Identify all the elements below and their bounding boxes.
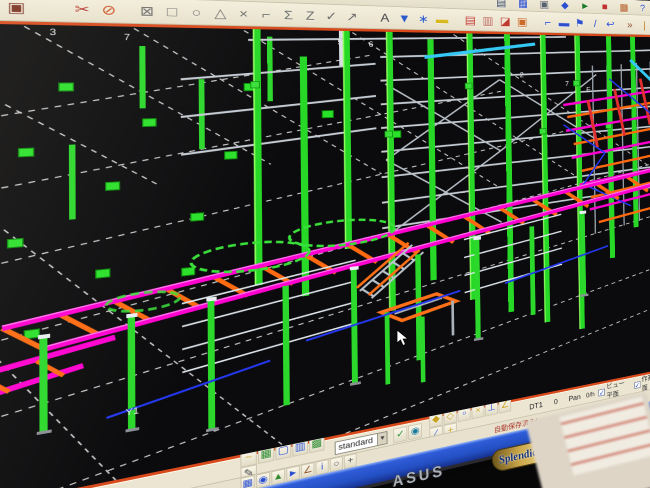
toolbar-spacer (31, 7, 69, 9)
blue-return-icon[interactable]: ↩ (603, 17, 618, 30)
triangle-tool-icon[interactable]: △ (208, 5, 232, 21)
apply-check-icon[interactable]: ✓ (393, 426, 407, 443)
bar-icon[interactable]: | (637, 19, 650, 32)
chevron-down-icon[interactable]: ▼ (377, 432, 387, 445)
select-object-icon[interactable]: ▣ (2, 0, 31, 16)
crossed-box-icon[interactable]: ⊠ (134, 2, 159, 19)
check-tool-icon[interactable]: ✓ (321, 8, 342, 23)
upper-right-frames (424, 42, 650, 239)
palette-icon[interactable]: ▩ (618, 0, 630, 13)
plane-prefix: 0/h (586, 390, 595, 399)
toolbar-spacer (122, 10, 134, 11)
status-field-dt1: DT1 (529, 401, 543, 412)
grid-label: 7 (124, 33, 130, 42)
toolbar-spacer (531, 21, 540, 22)
binoculars-icon[interactable]: A (375, 10, 395, 25)
toolbar-spacer (451, 19, 461, 20)
photo-stage: ▤▦▣◆►■▩? ▣✂⊘⊠□○△×⌐ΣZ✓↗A▼∗▬▤▥◪▣⌐▬⚑/↩»| (0, 0, 650, 488)
print-icon[interactable]: ▣ (538, 0, 551, 10)
footing-blocks (8, 80, 403, 341)
save-icon[interactable]: ▦ (516, 0, 530, 10)
grid-label: 6 (369, 41, 374, 49)
arrow-ne-icon[interactable]: ↗ (342, 9, 363, 24)
circle-tool-icon[interactable]: ○ (184, 4, 208, 20)
x-tool-icon[interactable]: × (232, 5, 255, 21)
blue-flag-icon[interactable]: ⚑ (572, 16, 588, 29)
blue-j-icon[interactable]: ⌐ (540, 15, 556, 28)
yellow-pad-icon[interactable]: ▬ (433, 12, 452, 26)
view-list-icon[interactable]: ▦ (240, 475, 254, 488)
main-columns (250, 29, 650, 384)
blue-dash-icon[interactable]: ▬ (556, 16, 572, 29)
clip-white-icon[interactable]: ▥ (479, 13, 497, 27)
checkbox-check-icon: ✓ (634, 381, 640, 389)
filter-funnel-icon[interactable]: ▼ (395, 11, 414, 26)
checkbox-check-icon: ✓ (598, 388, 605, 396)
corner-tool-icon[interactable]: ⌐ (255, 6, 278, 22)
weld-icon[interactable]: ⊘ (96, 1, 122, 18)
mouse-cursor (396, 329, 410, 347)
red-corner-icon[interactable]: ◪ (497, 14, 514, 28)
tools-icon[interactable]: ◆ (558, 0, 571, 11)
clip-red-icon[interactable]: ▤ (461, 13, 479, 27)
grid-label: 2 (520, 72, 524, 79)
distant-columns (72, 33, 271, 219)
orange-box-icon[interactable]: ▣ (514, 15, 531, 29)
doc-icon[interactable]: ▤ (494, 0, 508, 9)
help-icon[interactable]: ? (637, 1, 649, 14)
blue-slash-icon[interactable]: / (587, 17, 603, 30)
play-icon[interactable]: ► (579, 0, 592, 12)
grid-label: E (586, 87, 591, 94)
fast-forward-icon[interactable]: » (622, 18, 637, 31)
sigma-tool-icon[interactable]: Σ (277, 7, 299, 23)
globe-icon[interactable]: ◉ (408, 423, 422, 440)
stop-icon[interactable]: ■ (598, 0, 610, 13)
rect-tool-icon[interactable]: □ (160, 3, 185, 20)
grid-label: 3 (50, 28, 57, 37)
toolbar-spacer (362, 16, 375, 17)
grid-label: 5 (337, 39, 342, 47)
cut-icon[interactable]: ✂ (69, 0, 96, 17)
status-field-pan: Pan (568, 393, 580, 403)
z-tool-icon[interactable]: Z (299, 8, 321, 23)
star-icon[interactable]: ∗ (414, 11, 433, 25)
grid-label: 7 (565, 81, 569, 88)
status-field-zero: 0 (554, 397, 558, 406)
